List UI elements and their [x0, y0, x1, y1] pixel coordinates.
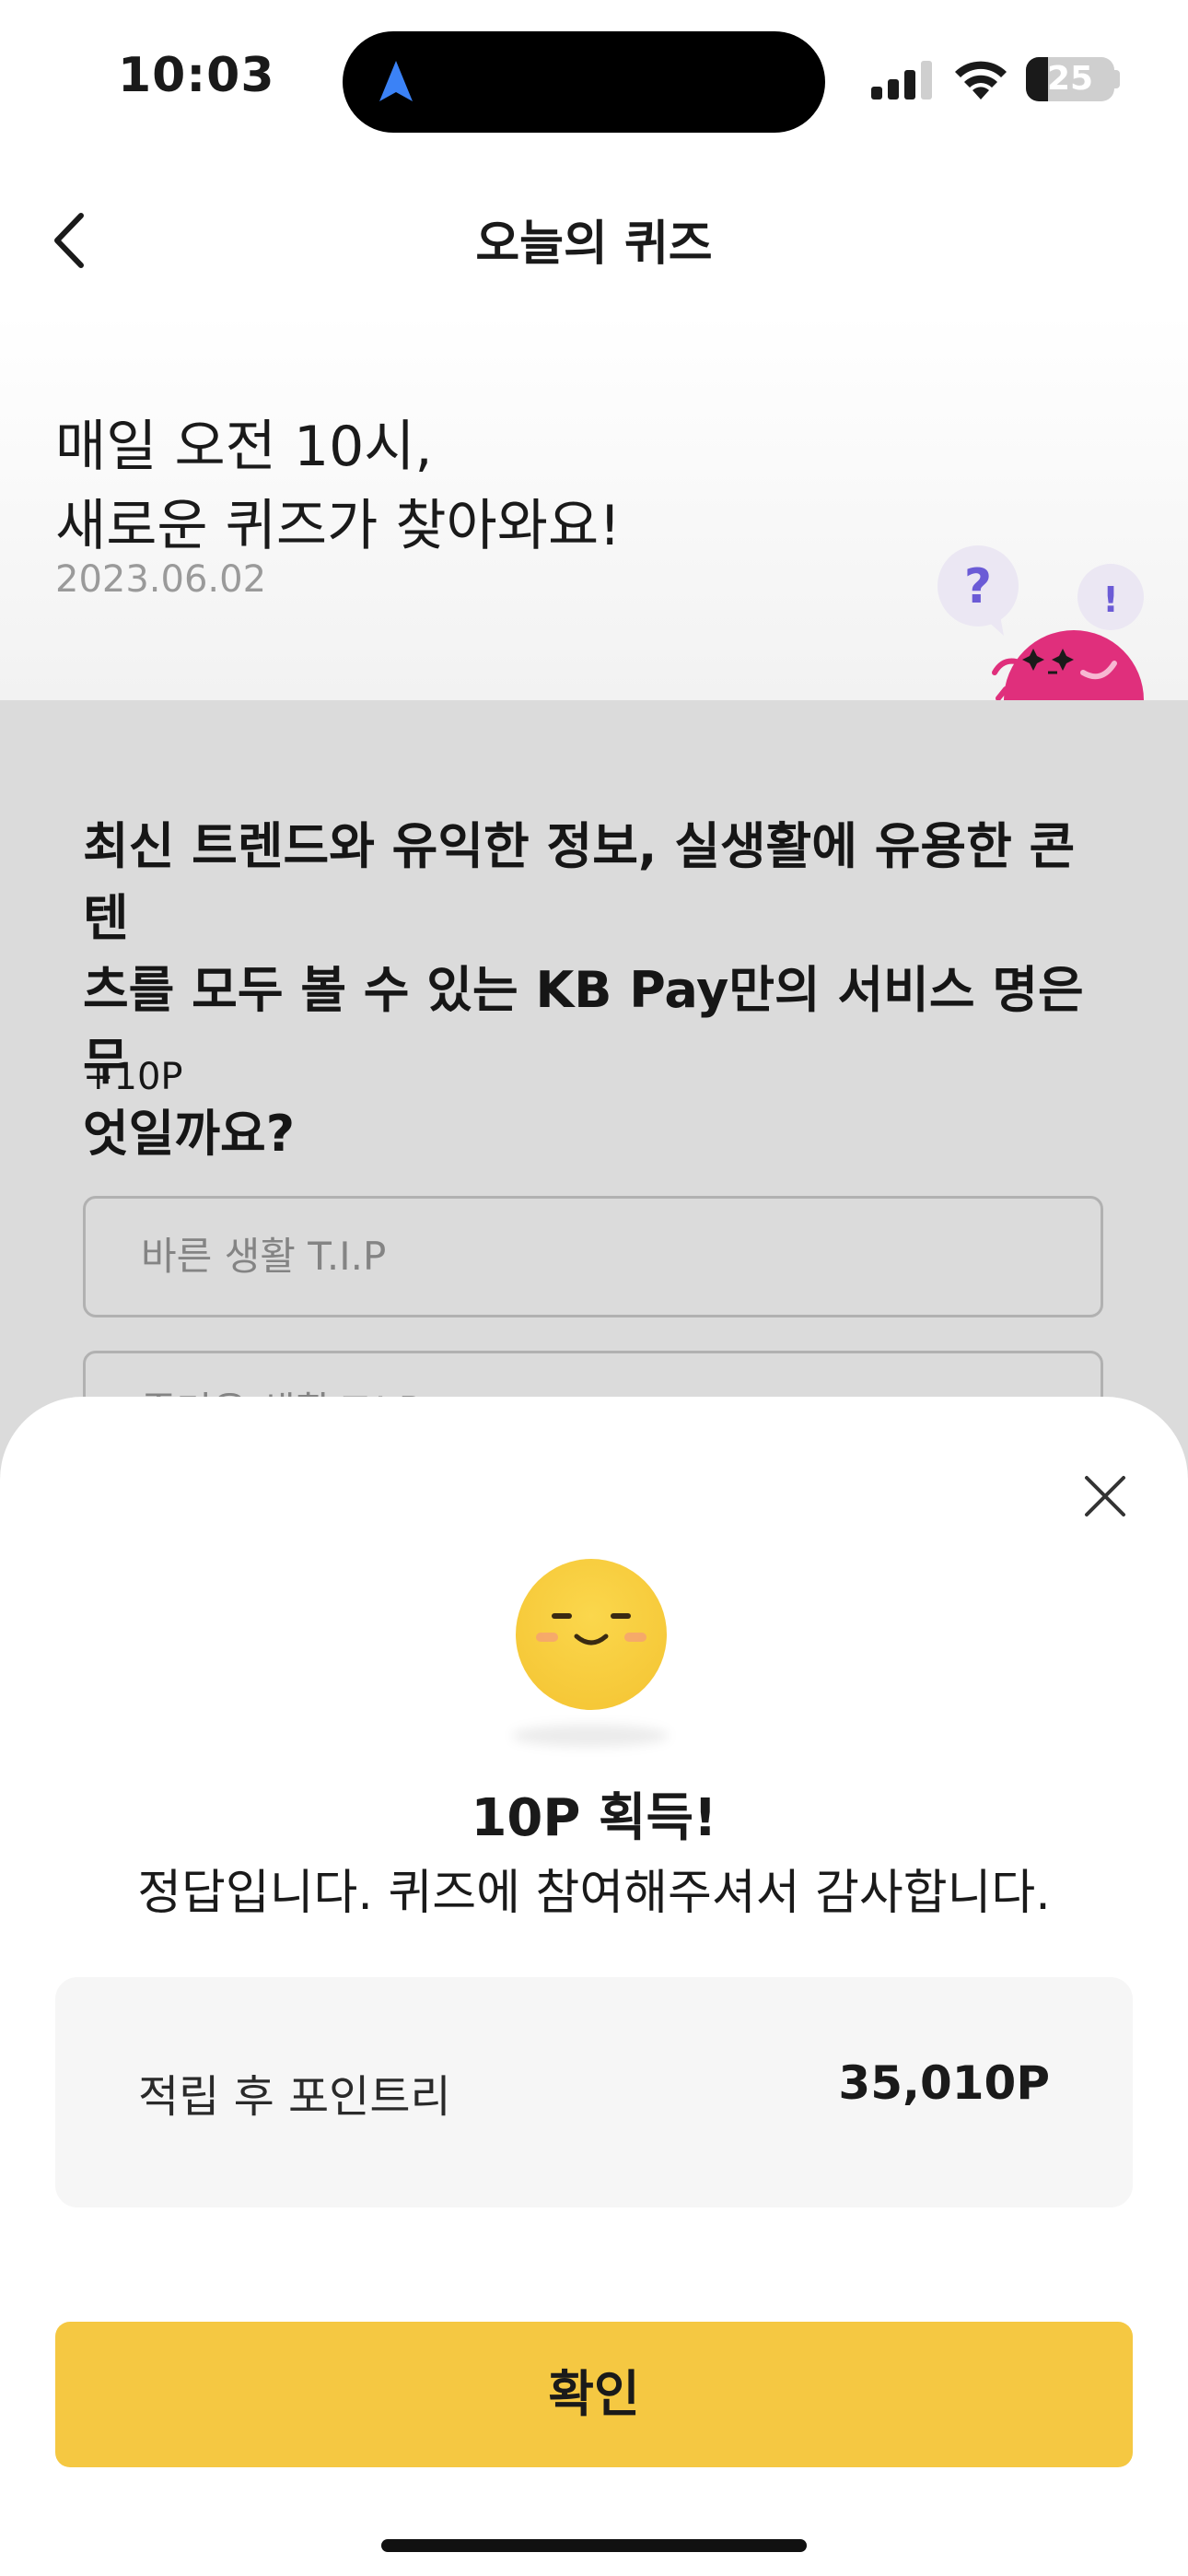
battery-cap — [1112, 70, 1120, 88]
mascot-illustration: ? ! — [938, 545, 1144, 700]
confirm-button[interactable]: 확인 — [55, 2322, 1133, 2467]
close-icon[interactable] — [1077, 1469, 1133, 1524]
result-message: 정답입니다. 퀴즈에 참여해주셔서 감사합니다. — [137, 1866, 1051, 1921]
smiley-face-icon — [516, 1559, 667, 1710]
home-indicator[interactable] — [381, 2539, 807, 2552]
battery-icon: 25 — [1026, 57, 1114, 101]
dynamic-island — [343, 31, 825, 133]
smiley-shadow — [512, 1725, 669, 1747]
battery-percent: 25 — [1046, 60, 1094, 98]
exclamation-bubble: ! — [1102, 580, 1118, 620]
signal-icon — [871, 61, 932, 100]
points-label: 적립 후 포인트리 — [138, 2071, 451, 2123]
status-time: 10:03 — [118, 48, 275, 103]
page-title: 오늘의 퀴즈 — [475, 217, 713, 272]
wifi-icon — [955, 61, 1007, 100]
hero-heading-line1: 매일 오전 10시, — [55, 415, 433, 479]
confirm-button-label: 확인 — [548, 2365, 640, 2423]
quiz-date: 2023.06.02 — [55, 558, 267, 601]
points-value: 35,010P — [838, 2056, 1050, 2110]
result-title: 10P 획득! — [471, 1788, 717, 1848]
question-mark-bubble: ? — [964, 559, 992, 615]
navigation-arrow-icon — [379, 61, 413, 101]
hero-heading-line2: 새로운 퀴즈가 찾아와요! — [55, 494, 622, 558]
